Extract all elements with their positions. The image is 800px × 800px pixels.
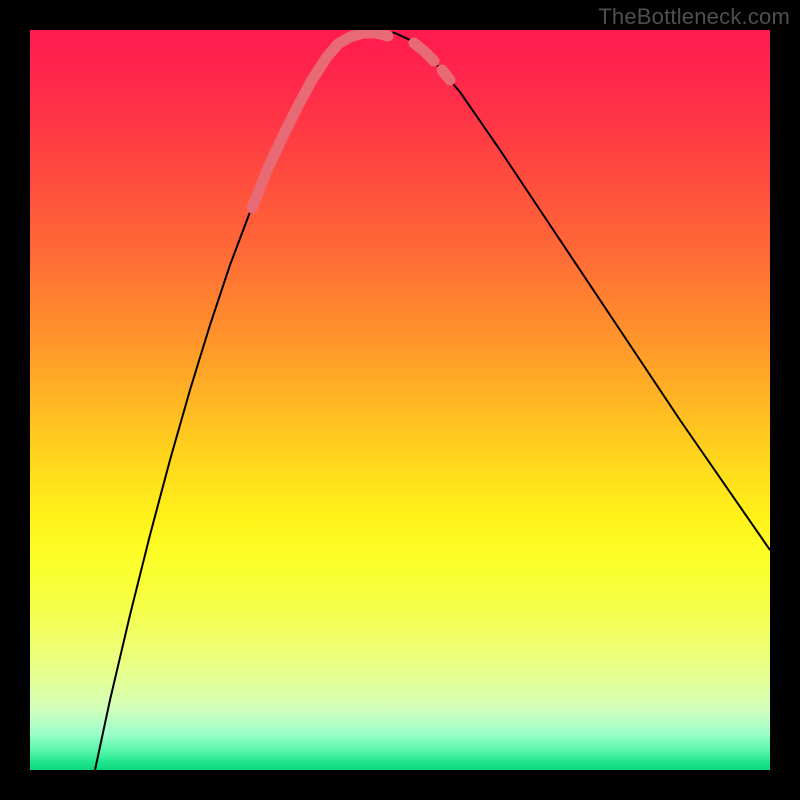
plot-area: [30, 30, 770, 770]
series-curve: [95, 31, 770, 770]
series-marker-band-left: [252, 60, 325, 208]
watermark-text: TheBottleneck.com: [598, 4, 790, 30]
series-marker-band-right: [414, 43, 434, 61]
series-marker-band-bottom: [326, 33, 388, 58]
curve-layer: [30, 30, 770, 770]
series-marker-band-right-dot: [442, 70, 450, 80]
chart-stage: TheBottleneck.com: [0, 0, 800, 800]
